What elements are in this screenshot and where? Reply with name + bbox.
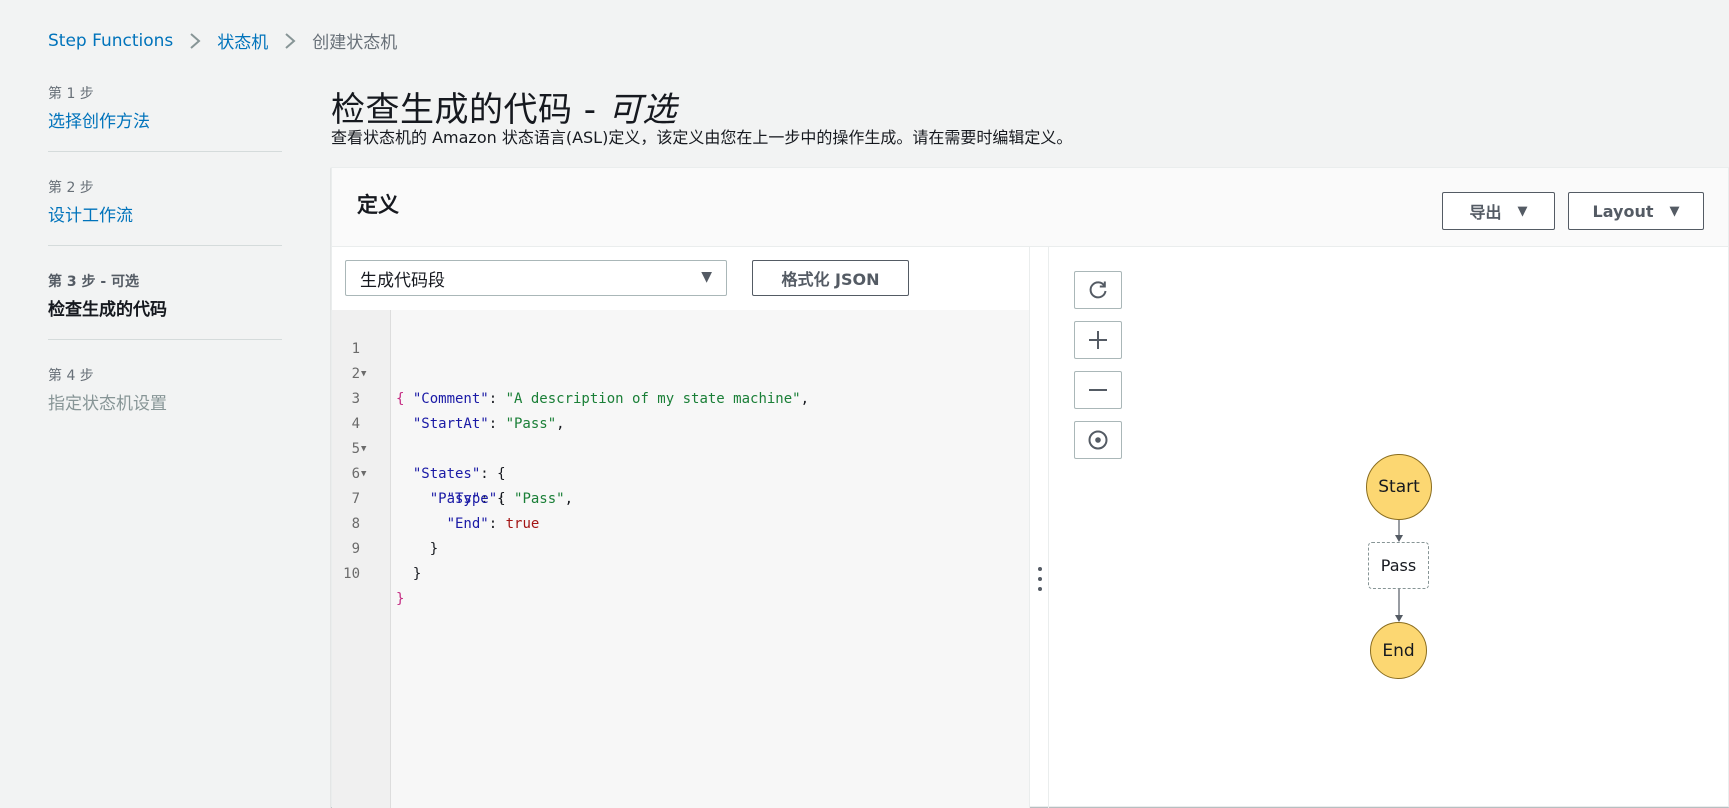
page-description: 查看状态机的 Amazon 状态语言(ASL)定义，该定义由您在上一步中的操作生…: [331, 128, 1073, 147]
code-line: 8 }: [332, 487, 1029, 557]
wizard-steps: 第 1 步 选择创作方法 第 2 步 设计工作流 第 3 步 - 可选 检查生成…: [48, 80, 282, 455]
wizard-step-4: 第 4 步 指定状态机设置: [48, 362, 282, 433]
export-button[interactable]: 导出 ▼: [1442, 192, 1555, 230]
graph-preview-pane: Start Pass End: [1048, 247, 1729, 808]
generate-snippet-select[interactable]: 生成代码段 ▼: [345, 260, 727, 296]
snippet-select-value: 生成代码段: [360, 270, 445, 291]
code-line: 3 "StartAt": "Pass",: [332, 362, 1029, 432]
layout-label: Layout: [1592, 201, 1654, 221]
line-number: 10: [343, 566, 360, 582]
caret-down-icon: ▼: [1669, 203, 1680, 219]
step-link-design-workflow[interactable]: 设计工作流: [48, 206, 133, 226]
code-text: }: [396, 591, 405, 607]
code-text: }: [396, 566, 422, 582]
code-editor-pane: 生成代码段 ▼ 格式化 JSON 1 ▼ { 2 "Comment": "A d…: [332, 247, 1030, 808]
code-line: 9 }: [332, 512, 1029, 582]
code-line: 6 "Type": "Pass",: [332, 437, 1029, 507]
code-editor[interactable]: 1 ▼ { 2 "Comment": "A description of my …: [332, 310, 1029, 808]
step-specify-settings: 指定状态机设置: [48, 394, 167, 414]
step-number: 第 3 步 - 可选: [48, 274, 140, 290]
grip-dot: [1038, 587, 1042, 591]
graph-edges: [1395, 520, 1403, 622]
breadcrumb: Step Functions 状态机 创建状态机: [48, 28, 398, 54]
grip-dot: [1038, 567, 1042, 571]
export-label: 导出: [1469, 203, 1502, 222]
definition-card-header: 定义 导出 ▼ Layout ▼: [332, 168, 1728, 247]
chevron-right-icon: [189, 32, 201, 50]
layout-button[interactable]: Layout ▼: [1568, 192, 1704, 230]
code-line: 7 "End": true: [332, 462, 1029, 532]
code-line: 4 ▼ "States": {: [332, 387, 1029, 482]
breadcrumb-state-machines[interactable]: 状态机: [217, 28, 268, 53]
breadcrumb-create-state-machine: 创建状态机: [312, 33, 398, 53]
format-json-button[interactable]: 格式化 JSON: [752, 260, 909, 296]
grip-dot: [1038, 577, 1042, 581]
step-number: 第 4 步: [48, 368, 94, 384]
wizard-step-3: 第 3 步 - 可选 检查生成的代码: [48, 268, 282, 340]
pane-resize-handle[interactable]: [1037, 567, 1043, 591]
graph-node-pass[interactable]: Pass: [1368, 542, 1429, 589]
graph-node-start[interactable]: Start: [1366, 454, 1432, 520]
caret-down-icon: ▼: [1517, 203, 1528, 219]
code-line: 2 "Comment": "A description of my state …: [332, 337, 1029, 407]
code-line: 10 }: [332, 537, 1029, 607]
step-number: 第 2 步: [48, 180, 94, 196]
definition-card: 定义 导出 ▼ Layout ▼ 生成代码段 ▼ 格式化 JSON 1 ▼ { …: [331, 167, 1729, 808]
step-current-review-code: 检查生成的代码: [48, 300, 167, 320]
code-line: 5 ▼ "Pass": {: [332, 412, 1029, 507]
graph-node-end[interactable]: End: [1370, 622, 1427, 679]
step-link-choose-authoring-method[interactable]: 选择创作方法: [48, 112, 150, 132]
wizard-step-1: 第 1 步 选择创作方法: [48, 80, 282, 152]
chevron-right-icon: [284, 32, 296, 50]
definition-title: 定义: [357, 193, 399, 217]
caret-down-icon: ▼: [701, 269, 712, 285]
wizard-step-2: 第 2 步 设计工作流: [48, 174, 282, 246]
code-line: 1 ▼ {: [332, 312, 1029, 407]
step-number: 第 1 步: [48, 86, 94, 102]
breadcrumb-step-functions[interactable]: Step Functions: [48, 31, 173, 51]
